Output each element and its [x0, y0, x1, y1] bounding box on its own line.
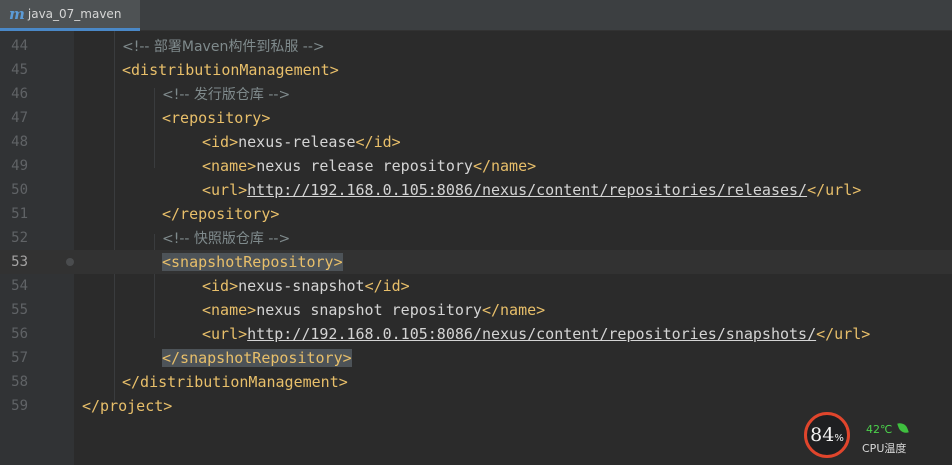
xml-tag: <id> [202, 133, 239, 151]
xml-tag: <url> [202, 325, 248, 343]
xml-tag: <distributionManagement> [122, 61, 339, 79]
code-content: </snapshotRepository> [162, 346, 352, 370]
code-content: <name>nexus snapshot repository</name> [202, 298, 545, 322]
cpu-usage-value: 84 [810, 424, 835, 446]
url-link[interactable]: http://192.168.0.105:8086/nexus/content/… [247, 181, 807, 199]
line-number: 50 [11, 182, 28, 198]
line-number: 57 [11, 350, 28, 366]
line-number: 52 [11, 230, 28, 246]
code-line[interactable]: 49 <name>nexus release repository</name> [0, 154, 952, 178]
code-content: <id>nexus-snapshot</id> [202, 274, 410, 298]
xml-tag: </repository> [162, 205, 280, 223]
code-line[interactable]: 52 <!-- 快照版仓库 --> [0, 226, 952, 250]
code-line[interactable]: 55 <name>nexus snapshot repository</name> [0, 298, 952, 322]
code-content: <distributionManagement> [122, 58, 339, 82]
line-number: 56 [11, 326, 28, 342]
line-number: 46 [11, 86, 28, 102]
xml-tag: </name> [481, 301, 546, 319]
xml-tag: </id> [364, 277, 410, 295]
code-content: <!-- 部署Maven构件到私服 --> [122, 34, 325, 59]
editor-tab-bar: m java_07_maven [0, 0, 952, 31]
xml-tag: </name> [472, 157, 537, 175]
code-content: <!-- 发行版仓库 --> [162, 82, 290, 107]
code-line[interactable]: 48 <id>nexus-release</id> [0, 130, 952, 154]
line-number: 45 [11, 62, 28, 78]
code-content: <repository> [162, 106, 270, 130]
xml-tag: </url> [807, 181, 862, 199]
code-line[interactable]: 56 <url>http://192.168.0.105:8086/nexus/c… [0, 322, 952, 346]
line-number: 51 [11, 206, 28, 222]
leaf-icon [897, 420, 909, 436]
code-content: <!-- 快照版仓库 --> [162, 226, 290, 251]
cpu-temperature-value: 42℃ [866, 423, 893, 436]
xml-tag: <url> [202, 181, 248, 199]
cpu-usage-percent-sign: % [834, 432, 844, 444]
fold-marker-icon[interactable] [66, 258, 74, 266]
code-content: <snapshotRepository> [162, 250, 343, 274]
cpu-temperature-label: CPU温度 [862, 442, 907, 455]
code-content: <id>nexus-release</id> [202, 130, 401, 154]
code-content: <name>nexus release repository</name> [202, 154, 536, 178]
line-number: 48 [11, 134, 28, 150]
xml-comment: <!-- 发行版仓库 --> [162, 87, 291, 103]
code-line[interactable]: 44 <!-- 部署Maven构件到私服 --> [0, 34, 952, 58]
line-number: 55 [11, 302, 28, 318]
xml-tag: </id> [355, 133, 401, 151]
xml-comment: <!-- 部署Maven构件到私服 --> [122, 39, 325, 55]
line-number: 47 [11, 110, 28, 126]
tab-label: java_07_maven [27, 7, 122, 21]
code-line[interactable]: 58 </distributionManagement> [0, 370, 952, 394]
code-line[interactable]: 54 <id>nexus-snapshot</id> [0, 274, 952, 298]
xml-comment: <!-- 快照版仓库 --> [162, 231, 291, 247]
xml-tag: <id> [202, 277, 239, 295]
xml-tag: </distributionManagement> [122, 373, 348, 391]
line-number: 53 [11, 254, 28, 270]
url-link[interactable]: http://192.168.0.105:8086/nexus/content/… [247, 325, 816, 343]
code-line[interactable]: 50 <url>http://192.168.0.105:8086/nexus/c… [0, 178, 952, 202]
code-line[interactable]: 53 <snapshotRepository> [0, 250, 952, 274]
line-number: 58 [11, 374, 28, 390]
text-value: nexus-snapshot [238, 277, 365, 295]
xml-tag: </url> [816, 325, 871, 343]
xml-tag: <name> [202, 301, 257, 319]
tab-java-07-maven[interactable]: m java_07_maven [0, 0, 140, 31]
code-line[interactable]: 51 </repository> [0, 202, 952, 226]
code-content: <url>http://192.168.0.105:8086/nexus/con… [202, 322, 870, 346]
xml-tag: <name> [202, 157, 257, 175]
cpu-temperature-widget[interactable]: 84% 42℃ CPU温度 [801, 410, 952, 465]
xml-tag: <snapshotRepository> [162, 253, 343, 271]
code-content: </repository> [162, 202, 279, 226]
xml-tag: </snapshotRepository> [162, 349, 352, 367]
code-content: </project> [82, 394, 172, 418]
line-number: 44 [11, 38, 28, 54]
code-line[interactable]: 57 </snapshotRepository> [0, 346, 952, 370]
code-content: </distributionManagement> [122, 370, 348, 394]
line-number: 54 [11, 278, 28, 294]
text-value: nexus release repository [256, 157, 473, 175]
code-line[interactable]: 47 <repository> [0, 106, 952, 130]
line-number: 59 [11, 398, 28, 414]
text-value: nexus-release [238, 133, 356, 151]
maven-m-icon: m [9, 5, 25, 23]
text-value: nexus snapshot repository [256, 301, 482, 319]
code-line[interactable]: 46 <!-- 发行版仓库 --> [0, 82, 952, 106]
code-line[interactable]: 45 <distributionManagement> [0, 58, 952, 82]
xml-tag: </project> [82, 397, 173, 415]
line-number: 49 [11, 158, 28, 174]
xml-tag: <repository> [162, 109, 271, 127]
code-content: <url>http://192.168.0.105:8086/nexus/con… [202, 178, 861, 202]
cpu-usage-ring: 84% [804, 412, 850, 458]
